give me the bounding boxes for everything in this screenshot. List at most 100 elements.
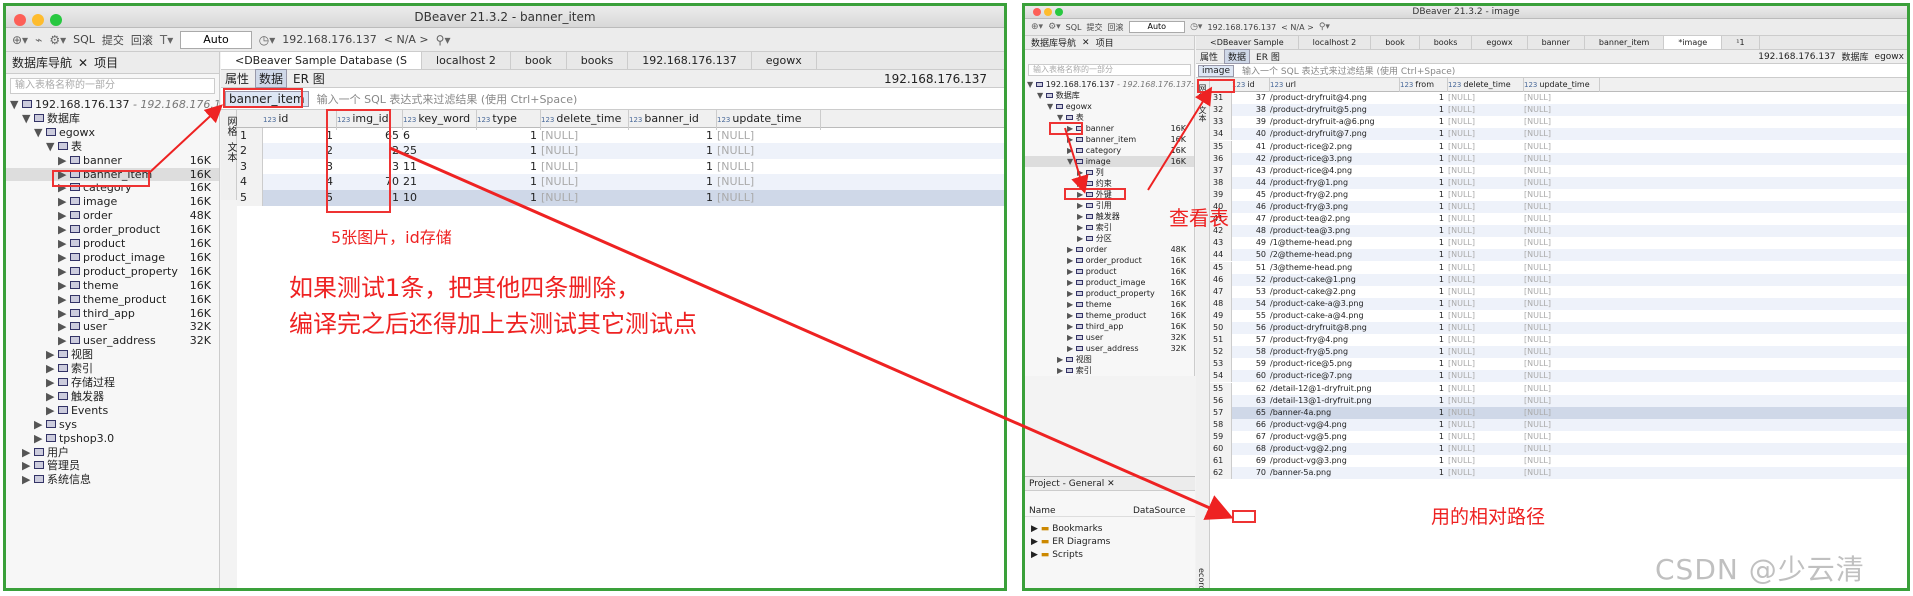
editor-tab-192-168-176-137[interactable]: 192.168.176.137 [628,52,752,69]
table-cell[interactable]: /product-fry@2.png [1270,189,1400,201]
tree-item-user-address[interactable]: ▶ user_address 32K [6,334,219,348]
tree-item-user[interactable]: ▶ user 32K [6,320,219,334]
table-cell[interactable]: 1 [629,159,717,175]
table-row[interactable]: 43 49/1@theme-head.png 1 [NULL] [NULL] [1210,237,1907,250]
transaction-mode-select[interactable]: Auto [180,30,252,49]
table-row[interactable]: 45 51/3@theme-head.png 1 [NULL] [NULL] [1210,261,1907,274]
expand-toggle-icon[interactable]: ▼ [1057,113,1066,122]
expand-toggle-icon[interactable]: ▶ [58,307,70,320]
commit-button[interactable]: 提交 [1087,22,1103,33]
tree-item-item[interactable]: ▶ 用户 [6,446,219,460]
table-cell[interactable]: [NULL] [1448,274,1524,286]
table-cell[interactable]: [NULL] [1524,286,1600,298]
tab-er-diagram[interactable]: ER 图 [293,70,325,87]
table-row[interactable]: 35 41/product-rice@2.png 1 [NULL] [NULL] [1210,140,1907,153]
project-item-bookmarks[interactable]: ▶ ▬ Bookmarks [1031,523,1195,536]
expand-toggle-icon[interactable]: ▼ [10,98,22,111]
expand-toggle-icon[interactable]: ▶ [58,154,70,167]
expand-toggle-icon[interactable]: ▼ [34,126,46,139]
table-cell[interactable]: 1 [1400,310,1448,322]
editor-tab-dbeaver-sample[interactable]: <DBeaver Sample [1196,36,1299,49]
table-cell[interactable]: [NULL] [717,174,821,190]
tree-item-theme[interactable]: ▶ theme 16K [6,279,219,293]
tree-item-order[interactable]: ▶ order 48K [6,209,219,223]
project-panel-title[interactable]: Project - General [1029,479,1104,489]
table-cell[interactable]: 1 [1400,128,1448,140]
table-cell[interactable]: [NULL] [1448,237,1524,249]
table-cell[interactable]: 1 [1400,274,1448,286]
table-cell[interactable]: /banner-5a.png [1270,467,1400,479]
table-cell[interactable]: [NULL] [1524,383,1600,395]
table-cell[interactable]: 59 [1232,358,1270,370]
table-cell[interactable]: [NULL] [1448,322,1524,334]
tree-item-banner[interactable]: ▶ banner 16K [6,154,219,168]
table-cell[interactable]: 1 [1400,443,1448,455]
tree-item-product-property[interactable]: ▶ product_property 16K [6,265,219,279]
sql-button[interactable]: SQL [1066,23,1082,32]
table-cell[interactable]: 42 [1232,153,1270,165]
table-row[interactable]: 59 67/product-vg@5.png 1 [NULL] [NULL] [1210,430,1907,443]
text-view-tab[interactable]: 文本 [223,142,238,162]
column-header-id[interactable]: 123 id [1232,78,1270,93]
table-cell[interactable]: /product-tea@2.png [1270,213,1400,225]
table-row[interactable]: 51 57/product-fry@4.png 1 [NULL] [NULL] [1210,334,1907,347]
expand-toggle-icon[interactable]: ▶ [1077,223,1086,232]
table-cell[interactable]: 70 [337,174,403,190]
table-cell[interactable]: [NULL] [1448,407,1524,419]
table-cell[interactable]: 1 [1400,322,1448,334]
table-row[interactable]: 55 62/detail-12@1-dryfruit.png 1 [NULL] [NUL… [1210,382,1907,395]
tree-item-product[interactable]: ▶ product 16K [1025,266,1194,277]
table-cell[interactable]: [NULL] [1524,334,1600,346]
table-cell[interactable]: 47 [1232,213,1270,225]
expand-toggle-icon[interactable]: ▶ [58,251,70,264]
table-cell[interactable]: 1 [1400,249,1448,261]
table-cell[interactable]: 70 [1232,467,1270,479]
expand-toggle-icon[interactable]: ▶ [1077,201,1086,210]
table-row[interactable]: 53 59/product-rice@5.png 1 [NULL] [NULL] [1210,358,1907,371]
table-cell[interactable]: 6 [403,128,477,144]
table-cell[interactable]: /product-dryfruit-a@6.png [1270,116,1400,128]
table-cell[interactable]: /product-dryfruit@4.png [1270,92,1400,104]
table-cell[interactable]: [NULL] [1448,310,1524,322]
expand-toggle-icon[interactable]: ▶ [1057,355,1066,364]
table-cell[interactable]: 45 [1232,189,1270,201]
table-cell[interactable]: 10 [403,190,477,206]
expand-toggle-icon[interactable]: ▶ [58,265,70,278]
table-cell[interactable]: [NULL] [1448,201,1524,213]
table-row[interactable]: 44 50/2@theme-head.png 1 [NULL] [NULL] [1210,249,1907,262]
tab-database-navigator[interactable]: 数据库导航 [12,54,72,71]
table-cell[interactable]: [NULL] [1448,358,1524,370]
commit-button[interactable]: 提交 [102,32,124,48]
table-cell[interactable]: 1 [629,190,717,206]
table-cell[interactable]: [NULL] [1448,128,1524,140]
table-cell[interactable]: /product-rice@5.png [1270,358,1400,370]
sql-button[interactable]: SQL [73,33,95,46]
table-cell[interactable]: 1 [1400,201,1448,213]
table-cell[interactable]: 1 [629,174,717,190]
editor-tab-banner[interactable]: banner [1528,36,1585,49]
table-cell[interactable]: 1 [1400,419,1448,431]
tree-item-theme[interactable]: ▶ theme 16K [1025,299,1194,310]
tree-item-item[interactable]: ▶ 系统信息 [6,473,219,487]
expand-toggle-icon[interactable]: ▼ [1047,102,1056,111]
table-cell[interactable]: [NULL] [1524,249,1600,261]
table-cell[interactable]: [NULL] [1524,395,1600,407]
column-header-from[interactable]: 123 from [1400,78,1448,93]
expand-toggle-icon[interactable]: ▶ [1067,245,1076,254]
table-cell[interactable]: [NULL] [1448,165,1524,177]
tree-item-banner-item[interactable]: ▶ banner_item 16K [1025,134,1194,145]
table-cell[interactable]: [NULL] [1524,237,1600,249]
table-cell[interactable]: 5 [263,190,337,206]
table-cell[interactable]: /product-vg@5.png [1270,431,1400,443]
table-cell[interactable]: 1 [1400,383,1448,395]
expand-toggle-icon[interactable]: ▶ [1067,289,1076,298]
table-row[interactable]: 40 46/product-fry@3.png 1 [NULL] [NULL] [1210,201,1907,214]
database-icon[interactable]: ⚙▾ [1048,22,1061,32]
expand-toggle-icon[interactable]: ▶ [1067,278,1076,287]
table-cell[interactable]: 1 [1400,358,1448,370]
table-cell[interactable]: 1 [337,190,403,206]
project-item-scripts[interactable]: ▶ ▬ Scripts [1031,549,1195,562]
filter-expression-input[interactable]: 输入一个 SQL 表达式来过滤结果 (使用 Ctrl+Space) [317,91,578,107]
close-icon[interactable]: ✕ [78,56,88,70]
table-row[interactable]: 48 54/product-cake-a@3.png 1 [NULL] [NULL] [1210,297,1907,310]
